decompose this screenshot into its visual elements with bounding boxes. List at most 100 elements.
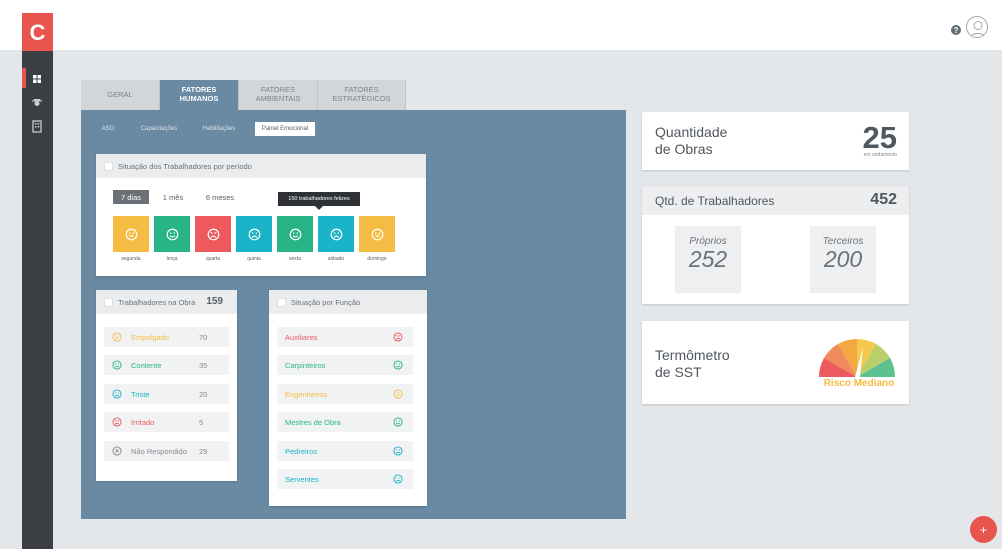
smile-icon xyxy=(289,228,301,240)
happy-icon xyxy=(125,228,137,240)
tab-fatores-estrategicos[interactable]: FATORES ESTRATÉGICOS xyxy=(318,80,406,110)
period-6-meses[interactable]: 6 meses xyxy=(202,190,238,204)
situacao-funcao-card: Situação por Função Auxiliares Carpintei… xyxy=(269,290,427,506)
quantidade-obras-value: 25 xyxy=(862,120,897,155)
qtd-trabalhadores-title: Qtd. de Trabalhadores xyxy=(655,194,775,208)
mood-label: Irritado xyxy=(131,417,155,427)
list-item[interactable]: Mestres de Obra xyxy=(277,412,413,432)
angry-icon xyxy=(393,332,403,342)
situacao-periodo-card: Situação dos Trabalhadores por período 7… xyxy=(96,154,426,276)
mood-label: Contente xyxy=(131,360,162,370)
tab-fatores-ambientais[interactable]: FATORES AMBIENTAIS xyxy=(239,80,318,110)
quantidade-obras-sub: em andamento xyxy=(863,152,897,158)
sad-icon xyxy=(112,389,122,399)
period-7-dias[interactable]: 7 dias xyxy=(113,190,149,204)
terceiros-value: 200 xyxy=(823,246,863,272)
day-domingo-tile[interactable] xyxy=(359,216,395,252)
angry-icon xyxy=(112,417,122,427)
terceiros-box: Terceiros 200 xyxy=(810,226,876,293)
day-terca-tile[interactable] xyxy=(154,216,190,252)
day-sexta-tile[interactable] xyxy=(277,216,313,252)
subtab-habilitacoes[interactable]: Habilitações xyxy=(199,122,239,136)
worker-icon[interactable] xyxy=(29,94,45,110)
happy-icon xyxy=(371,228,383,240)
list-item[interactable]: Auxiliares xyxy=(277,327,413,347)
function-label: Pedreiros xyxy=(285,446,318,456)
help-icon[interactable]: ? xyxy=(951,25,961,35)
function-label: Mestres de Obra xyxy=(285,417,341,427)
smile-icon xyxy=(166,228,178,240)
proprios-value: 252 xyxy=(688,246,728,272)
sidebar-active-indicator xyxy=(22,68,26,88)
app-logo[interactable]: C xyxy=(22,13,53,52)
list-item[interactable]: Empolgado 70 xyxy=(104,327,229,347)
checkbox[interactable] xyxy=(277,297,286,307)
quantidade-obras-card: Quantidade de Obras 25 em andamento xyxy=(642,112,909,170)
function-label: Auxiliares xyxy=(285,332,318,342)
situacao-periodo-header: Situação dos Trabalhadores por período xyxy=(96,154,426,178)
subtab-capacitacoes[interactable]: Capacitações xyxy=(139,122,179,136)
happy-icon xyxy=(393,389,403,399)
day-quinta-tile[interactable] xyxy=(236,216,272,252)
list-item[interactable]: Triste 20 xyxy=(104,384,229,404)
period-1-mes[interactable]: 1 mês xyxy=(158,190,188,204)
function-label: Carpinteiros xyxy=(285,360,326,370)
checkbox[interactable] xyxy=(104,297,113,307)
situacao-funcao-header: Situação por Função xyxy=(269,290,427,314)
list-item[interactable]: Carpinteiros xyxy=(277,355,413,375)
mood-count: 20 xyxy=(199,389,208,399)
proprios-box: Próprios 252 xyxy=(675,226,741,293)
trabalhadores-obra-total: 159 xyxy=(206,296,223,307)
day-segunda-tile[interactable] xyxy=(113,216,149,252)
sad-icon xyxy=(393,474,403,484)
mood-label: Triste xyxy=(131,389,150,399)
x-circle-icon xyxy=(112,446,122,456)
smile-icon xyxy=(393,360,403,370)
sidebar xyxy=(22,51,53,549)
day-quarta-tile[interactable] xyxy=(195,216,231,252)
mood-count: 29 xyxy=(199,446,208,456)
add-button[interactable]: + xyxy=(970,516,997,543)
tab-bar: GERAL FATORES HUMANOS FATORES AMBIENTAIS F… xyxy=(81,80,406,110)
mood-label: Não Respondido xyxy=(131,446,187,456)
day-label-domingo: domingo xyxy=(367,256,387,262)
day-sabado-tile[interactable] xyxy=(318,216,354,252)
building-icon[interactable] xyxy=(29,118,45,134)
main-panel: ASO Capacitações Habilitações Painel Emo… xyxy=(81,110,626,519)
list-item[interactable]: Não Respondido 29 xyxy=(104,441,229,461)
list-item[interactable]: Engenheiros xyxy=(277,384,413,404)
user-avatar-icon[interactable] xyxy=(966,16,988,38)
qtd-trabalhadores-total: 452 xyxy=(870,191,897,208)
trabalhadores-obra-card: Trabalhadores na Obra 159 Empolgado 70 C… xyxy=(96,290,237,481)
subtab-painel-emocional[interactable]: Painel Emocional xyxy=(255,122,315,136)
function-label: Serventes xyxy=(285,474,319,484)
tab-geral[interactable]: GERAL xyxy=(81,80,160,110)
risk-status: Risco Mediano xyxy=(823,378,895,389)
checkbox[interactable] xyxy=(104,161,113,171)
top-bar: ? xyxy=(0,0,1002,51)
mood-label: Empolgado xyxy=(131,332,169,342)
sad-icon xyxy=(330,228,342,240)
termometro-card: Termômetro de SST Risco Mediano xyxy=(642,321,909,404)
list-item[interactable]: Irritado 5 xyxy=(104,412,229,432)
smile-icon xyxy=(393,417,403,427)
qtd-trabalhadores-card: Qtd. de Trabalhadores 452 Próprios 252 T… xyxy=(642,186,909,304)
tab-fatores-humanos[interactable]: FATORES HUMANOS xyxy=(160,80,239,110)
termometro-label: Termômetro de SST xyxy=(655,347,730,380)
smile-icon xyxy=(112,360,122,370)
mood-count: 35 xyxy=(199,360,208,370)
mood-tooltip: 150 trabalhadores felizes xyxy=(278,192,360,210)
sad-icon xyxy=(393,446,403,456)
mood-count: 70 xyxy=(199,332,208,342)
list-item[interactable]: Contente 35 xyxy=(104,355,229,375)
list-item[interactable]: Pedreiros xyxy=(277,441,413,461)
subtab-aso[interactable]: ASO xyxy=(99,122,117,136)
risk-gauge xyxy=(816,331,898,381)
dashboard-icon[interactable] xyxy=(29,71,45,87)
happy-icon xyxy=(112,332,122,342)
list-item[interactable]: Serventes xyxy=(277,469,413,489)
angry-icon xyxy=(207,228,219,240)
sad-icon xyxy=(248,228,260,240)
function-label: Engenheiros xyxy=(285,389,328,399)
mood-count: 5 xyxy=(199,417,204,427)
